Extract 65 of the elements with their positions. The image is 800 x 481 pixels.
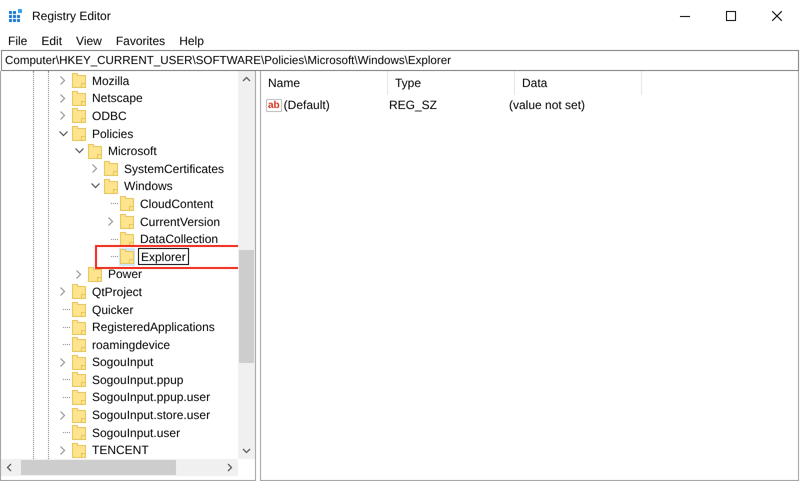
folder-icon	[88, 266, 102, 282]
tree-item[interactable]: SogouInput.ppup.user	[90, 390, 212, 404]
folder-icon	[72, 337, 86, 352]
folder-icon	[72, 372, 86, 388]
menu-item[interactable]: Help	[172, 34, 211, 48]
tree-item[interactable]: TENCENT	[90, 443, 151, 458]
scroll-thumb[interactable]	[239, 250, 254, 363]
folder-icon	[120, 249, 134, 264]
registry-editor-icon	[8, 8, 24, 24]
scroll-thumb[interactable]	[21, 460, 176, 475]
rename-field[interactable]: Explorer	[138, 248, 189, 266]
close-icon	[772, 10, 782, 20]
vertical-scrollbar[interactable]	[238, 71, 255, 459]
tree-item[interactable]: Windows	[122, 179, 175, 194]
value-name[interactable]: (Default)	[284, 98, 330, 112]
value-type: REG_SZ	[388, 98, 438, 112]
tree-item[interactable]: QtProject	[90, 284, 144, 299]
folder-icon	[120, 214, 134, 230]
tree-item[interactable]: Mozilla	[90, 74, 132, 88]
tree-item[interactable]: SogouInput	[90, 355, 156, 370]
tree-item[interactable]: Quicker	[90, 302, 136, 317]
folder-icon	[72, 442, 86, 458]
column-header[interactable]: Data	[515, 71, 642, 95]
folder-icon	[72, 108, 86, 124]
folder-icon	[104, 178, 118, 194]
folder-icon	[72, 354, 86, 370]
tree-item[interactable]: Power	[106, 267, 144, 282]
horizontal-scrollbar[interactable]	[1, 459, 238, 476]
menu-item[interactable]: File	[1, 34, 34, 48]
tree-item[interactable]: Microsoft	[106, 144, 159, 158]
folder-icon	[72, 284, 86, 300]
window-title: Registry Editor	[32, 8, 111, 22]
menu-item[interactable]: View	[69, 34, 109, 48]
tree-item[interactable]: SogouInput.store.user	[90, 408, 212, 422]
tree-item[interactable]: DataCollection	[138, 232, 220, 246]
tree-item[interactable]: SogouInput.ppup	[90, 372, 186, 387]
string-value-icon: ab	[266, 98, 282, 112]
tree-item[interactable]: Netscape	[90, 91, 145, 106]
column-header[interactable]: Type	[388, 71, 515, 95]
menu-item[interactable]: Favorites	[108, 34, 172, 48]
maximize-icon	[726, 10, 736, 20]
tree-item[interactable]: ODBC	[90, 108, 129, 123]
folder-icon	[72, 425, 86, 440]
folder-icon	[104, 161, 118, 176]
folder-icon	[120, 196, 134, 212]
folder-icon	[72, 126, 86, 142]
tree-item[interactable]: RegisteredApplications	[90, 320, 217, 334]
tree-item[interactable]: SogouInput.user	[90, 426, 182, 440]
folder-icon	[120, 232, 134, 247]
menu-item[interactable]: Edit	[34, 34, 70, 48]
tree-item[interactable]: CurrentVersion	[138, 214, 222, 229]
column-header[interactable]: Name	[261, 71, 388, 95]
tree-item[interactable]: CloudContent	[138, 196, 216, 211]
folder-icon	[72, 73, 86, 88]
folder-icon	[72, 320, 86, 335]
folder-icon	[72, 408, 86, 423]
address-bar[interactable]: Computer\HKEY_CURRENT_USER\SOFTWARE\Policies\Microsoft\Windows\Explorer	[1, 50, 799, 71]
folder-icon	[72, 390, 86, 405]
tree-item[interactable]: SystemCertificates	[122, 162, 226, 176]
folder-icon	[88, 144, 102, 159]
tree-item[interactable]: roamingdevice	[90, 338, 172, 352]
folder-icon	[72, 90, 86, 106]
value-data: (value not set)	[509, 98, 586, 112]
tree-item[interactable]: Policies	[90, 126, 136, 141]
folder-icon	[72, 302, 86, 318]
